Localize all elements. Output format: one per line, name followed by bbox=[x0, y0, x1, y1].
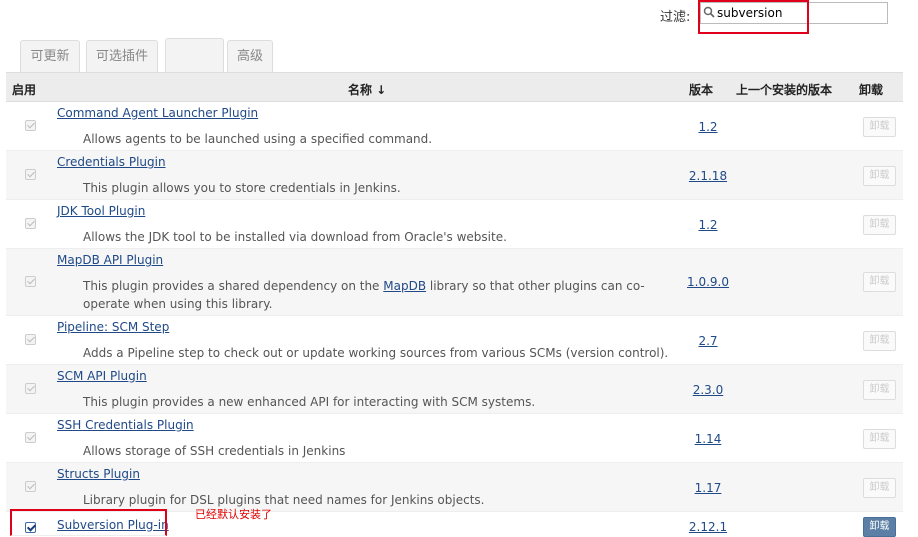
tab-available[interactable]: 可选插件 bbox=[86, 40, 158, 72]
version-link[interactable]: 1.14 bbox=[671, 432, 745, 446]
header-version[interactable]: 版本 bbox=[689, 81, 713, 98]
description-text: This plugin provides a shared dependency… bbox=[83, 279, 380, 293]
table-row: Subversion Plug-in 2.12.1 卸载 bbox=[6, 512, 903, 537]
enable-checkbox[interactable] bbox=[25, 276, 36, 287]
version-link[interactable]: 2.12.1 bbox=[671, 520, 745, 534]
table-row: Credentials Plugin This plugin allows yo… bbox=[6, 151, 903, 200]
version-link[interactable]: 1.2 bbox=[671, 218, 745, 232]
plugin-name-link[interactable]: Structs Plugin bbox=[57, 467, 140, 481]
plugin-name-link[interactable]: Credentials Plugin bbox=[57, 155, 166, 169]
tab-advanced[interactable]: 高级 bbox=[227, 40, 273, 72]
table-row: Pipeline: SCM Step Adds a Pipeline step … bbox=[6, 316, 903, 365]
plugin-description: Allows agents to be launched using a spe… bbox=[83, 132, 433, 146]
filter-bar: 过滤: bbox=[0, 0, 918, 34]
uninstall-button[interactable]: 卸载 bbox=[863, 380, 896, 400]
uninstall-button[interactable]: 卸载 bbox=[863, 215, 896, 235]
search-icon bbox=[703, 6, 715, 18]
plugin-name-link[interactable]: Pipeline: SCM Step bbox=[57, 320, 169, 334]
plugin-name-link[interactable]: SSH Credentials Plugin bbox=[57, 418, 194, 432]
header-uninstall: 卸载 bbox=[859, 83, 884, 97]
filter-input[interactable] bbox=[700, 2, 888, 24]
version-link[interactable]: 2.1.18 bbox=[671, 169, 745, 183]
header-previous-version: 上一个安装的版本 bbox=[736, 83, 833, 97]
enable-checkbox[interactable] bbox=[25, 522, 36, 533]
version-link[interactable]: 2.7 bbox=[671, 334, 745, 348]
plugin-name-link[interactable]: Subversion Plug-in bbox=[57, 518, 169, 532]
header-name[interactable]: 名称 ↓ bbox=[348, 81, 386, 98]
table-row: Structs Plugin Library plugin for DSL pl… bbox=[6, 463, 903, 512]
enable-checkbox[interactable] bbox=[25, 218, 36, 229]
uninstall-button[interactable]: 卸载 bbox=[863, 272, 896, 292]
uninstall-button[interactable]: 卸载 bbox=[863, 166, 896, 186]
table-row: MapDB API Plugin This plugin provides a … bbox=[6, 249, 903, 316]
plugin-name-link[interactable]: Command Agent Launcher Plugin bbox=[57, 106, 258, 120]
plugin-description: Allows storage of SSH credentials in Jen… bbox=[83, 444, 346, 458]
plugin-name-link[interactable]: SCM API Plugin bbox=[57, 369, 147, 383]
version-link[interactable]: 1.17 bbox=[671, 481, 745, 495]
uninstall-button[interactable]: 卸载 bbox=[863, 429, 896, 449]
enable-checkbox[interactable] bbox=[25, 432, 36, 443]
enable-checkbox[interactable] bbox=[25, 383, 36, 394]
version-link[interactable]: 1.0.9.0 bbox=[671, 275, 745, 289]
tab-updates[interactable]: 可更新 bbox=[20, 40, 80, 72]
uninstall-button[interactable]: 卸载 bbox=[863, 331, 896, 351]
table-row: Command Agent Launcher Plugin Allows age… bbox=[6, 102, 903, 151]
plugin-name-link[interactable]: MapDB API Plugin bbox=[57, 253, 163, 267]
annotation-note: 已经默认安装了 bbox=[195, 508, 272, 521]
plugin-description: Allows the JDK tool to be installed via … bbox=[83, 230, 507, 244]
plugin-description: This plugin provides a new enhanced API … bbox=[83, 395, 536, 409]
table-header: 启用 名称 ↓ 版本 上一个安装的版本 卸载 bbox=[6, 72, 903, 102]
plugin-name-link[interactable]: JDK Tool Plugin bbox=[57, 204, 145, 218]
plugin-description: Library plugin for DSL plugins that need… bbox=[83, 493, 485, 507]
plugin-description: This plugin provides a shared dependency… bbox=[83, 277, 673, 313]
tab-installed[interactable]: 已安装 bbox=[167, 40, 220, 72]
enable-checkbox[interactable] bbox=[25, 169, 36, 180]
mapdb-link[interactable]: MapDB bbox=[383, 279, 426, 293]
version-link[interactable]: 2.3.0 bbox=[671, 383, 745, 397]
table-row: SSH Credentials Plugin Allows storage of… bbox=[6, 414, 903, 463]
enable-checkbox[interactable] bbox=[25, 120, 36, 131]
version-link[interactable]: 1.2 bbox=[671, 120, 745, 134]
filter-label: 过滤: bbox=[660, 10, 691, 25]
uninstall-button[interactable]: 卸载 bbox=[863, 478, 896, 498]
plugin-description: This plugin allows you to store credenti… bbox=[83, 181, 401, 195]
header-enable: 启用 bbox=[12, 83, 37, 97]
uninstall-button[interactable]: 卸载 bbox=[863, 517, 896, 537]
uninstall-button[interactable]: 卸载 bbox=[863, 117, 896, 137]
table-row: JDK Tool Plugin Allows the JDK tool to b… bbox=[6, 200, 903, 249]
enable-checkbox[interactable] bbox=[25, 334, 36, 345]
plugin-description: Adds a Pipeline step to check out or upd… bbox=[83, 346, 669, 360]
plugin-table: 启用 名称 ↓ 版本 上一个安装的版本 卸载 Command Agent Lau… bbox=[6, 72, 903, 537]
table-row: SCM API Plugin This plugin provides a ne… bbox=[6, 365, 903, 414]
enable-checkbox[interactable] bbox=[25, 481, 36, 492]
